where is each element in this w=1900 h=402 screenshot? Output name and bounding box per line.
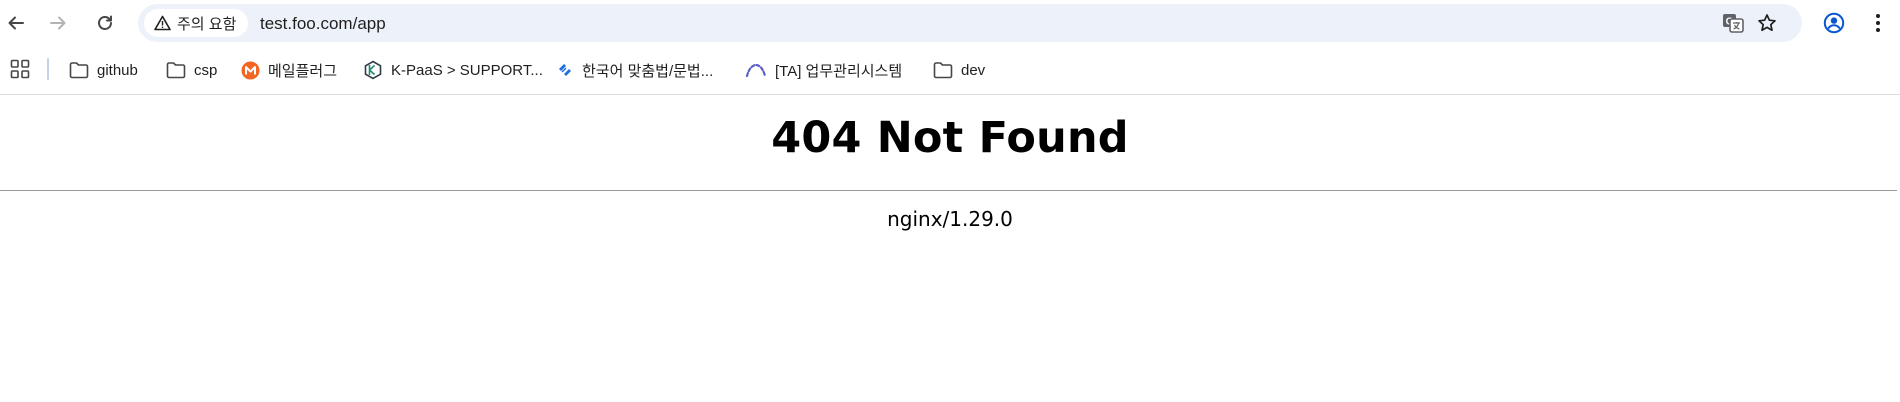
- arrow-right-icon: [50, 16, 66, 30]
- apps-grid-icon: [10, 59, 30, 79]
- profile-button[interactable]: [1820, 9, 1848, 37]
- ta-favicon: [745, 63, 767, 78]
- bookmark-dev[interactable]: dev: [933, 58, 985, 82]
- bookmark-star-button[interactable]: [1754, 10, 1780, 36]
- reload-icon: [98, 15, 112, 30]
- profile-icon: [1823, 12, 1845, 34]
- folder-icon: [69, 62, 89, 79]
- security-chip-label: 주의 요함: [177, 15, 237, 33]
- spellcheck-favicon: [559, 64, 571, 76]
- bookmark-ta[interactable]: [TA] 업무관리시스템: [745, 58, 902, 82]
- bookmark-label: [TA] 업무관리시스템: [775, 62, 903, 80]
- bookmarks-separator: [47, 58, 49, 80]
- folder-icon: [933, 62, 953, 79]
- forward-button[interactable]: [42, 7, 74, 39]
- page-title: 404 Not Found: [771, 113, 1129, 163]
- bookmark-label: 한국어 맞춤법/문법...: [582, 62, 714, 80]
- kpaas-favicon: [364, 60, 382, 80]
- translate-icon: G: [1723, 14, 1744, 33]
- server-signature: nginx/1.29.0: [887, 207, 1013, 231]
- bookmark-kpaas[interactable]: K-PaaS > SUPPORT...: [363, 58, 543, 82]
- warning-icon: [154, 15, 171, 31]
- bookmark-label: 메일플러그: [268, 62, 338, 80]
- translate-button[interactable]: G: [1720, 10, 1746, 36]
- bookmark-label: csp: [194, 61, 218, 79]
- folder-icon: [166, 62, 186, 79]
- arrow-left-icon: [8, 16, 24, 30]
- horizontal-rule: [0, 190, 1897, 191]
- security-chip[interactable]: 주의 요함: [144, 9, 249, 37]
- bookmark-github[interactable]: github: [69, 58, 138, 82]
- mailplug-favicon: [241, 61, 260, 79]
- url-text[interactable]: test.foo.com/app: [260, 14, 386, 34]
- reload-button[interactable]: [89, 7, 121, 39]
- star-icon: [1758, 14, 1776, 32]
- kebab-menu-icon: [1876, 14, 1880, 32]
- bookmark-spellcheck[interactable]: 한국어 맞춤법/문법...: [556, 58, 713, 82]
- bookmark-csp[interactable]: csp: [166, 58, 217, 82]
- back-button[interactable]: [0, 7, 32, 39]
- bookmark-mailplug[interactable]: 메일플러그: [241, 58, 337, 82]
- address-bar[interactable]: 주의 요함 test.foo.com/app G: [138, 4, 1802, 42]
- bookmark-label: github: [97, 61, 138, 79]
- bookmark-label: dev: [961, 61, 986, 79]
- bookmarks-bar: github csp 메일플러그 K-PaaS > SUPPORT... 한국어…: [0, 46, 1900, 95]
- browser-toolbar: 주의 요함 test.foo.com/app G: [0, 0, 1900, 46]
- browser-menu-button[interactable]: [1866, 9, 1890, 37]
- apps-button[interactable]: [10, 59, 30, 79]
- bookmark-label: K-PaaS > SUPPORT...: [391, 61, 543, 79]
